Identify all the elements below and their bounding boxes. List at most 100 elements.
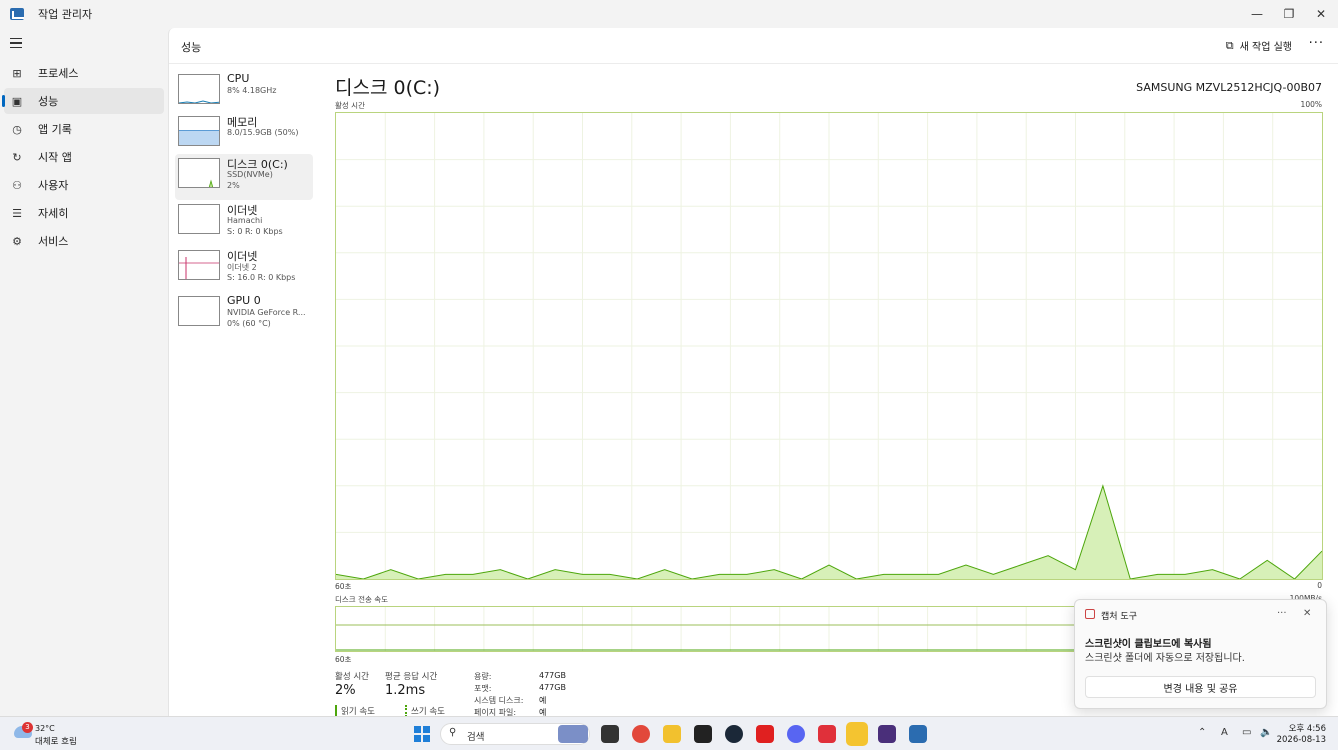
ethernet-thumbnail xyxy=(178,204,220,234)
clock-time[interactable]: 오후 4:56 xyxy=(1289,722,1326,734)
epic-games-icon[interactable] xyxy=(694,725,712,743)
search-icon: ⚲ xyxy=(449,727,457,738)
steam-icon[interactable] xyxy=(725,725,743,743)
device-memory[interactable]: 메모리 8.0/15.9GB (50%) xyxy=(175,112,313,158)
graph1-time: 60초 xyxy=(335,582,352,591)
close-button[interactable]: ✕ xyxy=(1304,0,1338,28)
nav-item-label: 사용자 xyxy=(38,179,69,192)
graph1-max: 100% xyxy=(1300,100,1322,109)
page-title: 성능 xyxy=(181,41,202,54)
purple-app-icon[interactable] xyxy=(878,725,896,743)
users-icon: ⚇ xyxy=(12,178,22,192)
avg-response-value: 1.2ms xyxy=(385,683,426,698)
active-time-label: 활성 시간 xyxy=(335,672,369,682)
avg-response-label: 평균 응답 시간 xyxy=(385,672,438,682)
nav-item-app-history[interactable]: ◷ 앱 기록 xyxy=(4,116,164,142)
nav-item-users[interactable]: ⚇ 사용자 xyxy=(4,172,164,198)
device-detail: NVIDIA GeForce R... xyxy=(227,308,306,317)
volume-icon[interactable]: 🔈 xyxy=(1260,727,1272,738)
discord-icon[interactable] xyxy=(787,725,805,743)
device-detail: 이더넷 2 xyxy=(227,263,257,272)
capacity-value: 477GB xyxy=(539,671,566,680)
formatted-value: 477GB xyxy=(539,683,566,692)
device-name: CPU xyxy=(227,72,250,85)
weather-temperature[interactable]: 32°C xyxy=(35,724,55,733)
processes-icon: ⊞ xyxy=(12,66,22,80)
nav-item-label: 앱 기록 xyxy=(38,123,72,136)
device-ethernet-hamachi[interactable]: 이더넷 Hamachi S: 0 R: 0 Kbps xyxy=(175,200,313,246)
kakaotalk-icon[interactable] xyxy=(846,722,868,746)
restore-button[interactable]: ❐ xyxy=(1272,0,1306,28)
left-navigation: ⊞ 프로세스 ▣ 성능 ◷ 앱 기록 ↻ 시작 앱 ⚇ 사용자 ☰ 자세히 ⚙ … xyxy=(0,28,168,716)
more-options-button[interactable]: ··· xyxy=(1309,36,1324,51)
graph2-time: 60초 xyxy=(335,655,352,664)
device-gpu-0[interactable]: GPU 0 NVIDIA GeForce R... 0% (60 °C) xyxy=(175,292,313,338)
nav-item-details[interactable]: ☰ 자세히 xyxy=(4,200,164,226)
graph1-min: 0 xyxy=(1317,581,1322,590)
clock-date[interactable]: 2026-08-13 xyxy=(1277,735,1326,745)
app-history-icon: ◷ xyxy=(12,122,22,136)
services-icon: ⚙ xyxy=(12,234,22,248)
memory-thumbnail xyxy=(178,116,220,146)
notification-close-button[interactable]: ✕ xyxy=(1303,608,1311,619)
hamburger-menu-icon[interactable] xyxy=(10,38,22,48)
header-divider xyxy=(169,63,1338,64)
ime-indicator[interactable]: A xyxy=(1221,727,1228,738)
device-detail: Hamachi xyxy=(227,216,263,225)
capacity-label: 용량: xyxy=(474,672,492,681)
edit-and-share-button[interactable]: 변경 내용 및 공유 xyxy=(1085,676,1316,698)
red-app-icon[interactable] xyxy=(818,725,836,743)
nav-item-startup[interactable]: ↻ 시작 앱 xyxy=(4,144,164,170)
nav-item-label: 서비스 xyxy=(38,235,69,248)
notification-app-name: 캡처 도구 xyxy=(1101,612,1137,622)
device-ethernet-2[interactable]: 이더넷 이더넷 2 S: 16.0 R: 0 Kbps xyxy=(175,246,313,292)
device-detail-2: 2% xyxy=(227,181,240,190)
device-name: GPU 0 xyxy=(227,294,261,307)
task-manager-taskbar-icon[interactable] xyxy=(909,725,927,743)
notification-body: 스크린샷 폴더에 자동으로 저장됩니다. xyxy=(1085,653,1245,664)
notification-more-button[interactable]: ··· xyxy=(1277,608,1287,619)
youtube-icon[interactable] xyxy=(756,725,774,743)
new-task-button[interactable]: ⧉ 새 작업 실행 xyxy=(1225,38,1292,54)
active-time-value: 2% xyxy=(335,683,356,698)
graph1-label: 활성 시간 xyxy=(335,101,365,110)
snipping-tool-notification[interactable]: 캡처 도구 ··· ✕ 스크린샷이 클립보드에 복사됨 스크린샷 폴더에 자동으… xyxy=(1074,599,1327,709)
taskbar: 3 32°C 대체로 흐림 ⚲ 검색 ⌃ A ▭ 🔈 오후 4:56 2026-… xyxy=(0,716,1338,750)
chrome-icon[interactable] xyxy=(632,725,650,743)
device-cpu[interactable]: CPU 8% 4.18GHz xyxy=(175,70,313,116)
new-task-label: 새 작업 실행 xyxy=(1239,42,1292,53)
device-detail-2: S: 0 R: 0 Kbps xyxy=(227,227,283,236)
system-disk-label: 시스템 디스크: xyxy=(474,696,524,705)
nav-item-services[interactable]: ⚙ 서비스 xyxy=(4,228,164,254)
active-time-graph xyxy=(335,112,1323,580)
nav-item-performance[interactable]: ▣ 성능 xyxy=(2,88,164,114)
cpu-thumbnail xyxy=(178,74,220,104)
search-highlight-icon xyxy=(558,725,588,743)
disk-thumbnail xyxy=(178,158,220,188)
nav-item-label: 자세히 xyxy=(38,207,69,220)
task-manager-app-icon xyxy=(10,8,24,20)
file-explorer-icon[interactable] xyxy=(663,725,681,743)
new-task-icon: ⧉ xyxy=(1225,38,1234,52)
device-detail: 8.0/15.9GB (50%) xyxy=(227,128,299,137)
start-button-icon[interactable] xyxy=(413,725,431,743)
formatted-label: 포맷: xyxy=(474,684,492,693)
device-detail-2: 0% (60 °C) xyxy=(227,319,271,328)
startup-icon: ↻ xyxy=(12,150,22,164)
gpu-thumbnail xyxy=(178,296,220,326)
disk-model: SAMSUNG MZVL2512HCJQ-00B07 xyxy=(1136,81,1322,94)
device-detail: SSD(NVMe) xyxy=(227,170,273,179)
weather-description[interactable]: 대체로 흐림 xyxy=(35,735,77,747)
device-disk-0[interactable]: 디스크 0(C:) SSD(NVMe) 2% xyxy=(175,154,313,200)
device-detail-2: S: 16.0 R: 0 Kbps xyxy=(227,273,296,282)
network-icon[interactable]: ▭ xyxy=(1242,727,1251,738)
nav-item-processes[interactable]: ⊞ 프로세스 xyxy=(4,60,164,86)
ethernet-2-thumbnail xyxy=(178,250,220,280)
nav-item-label: 시작 앱 xyxy=(38,151,72,164)
system-disk-value: 예 xyxy=(539,696,547,705)
notification-title: 스크린샷이 클립보드에 복사됨 xyxy=(1085,639,1212,650)
task-view-icon[interactable] xyxy=(601,725,619,743)
chevron-up-icon[interactable]: ⌃ xyxy=(1198,727,1206,738)
disk-title: 디스크 0(C:) xyxy=(335,77,441,99)
minimize-button[interactable]: — xyxy=(1240,0,1274,28)
